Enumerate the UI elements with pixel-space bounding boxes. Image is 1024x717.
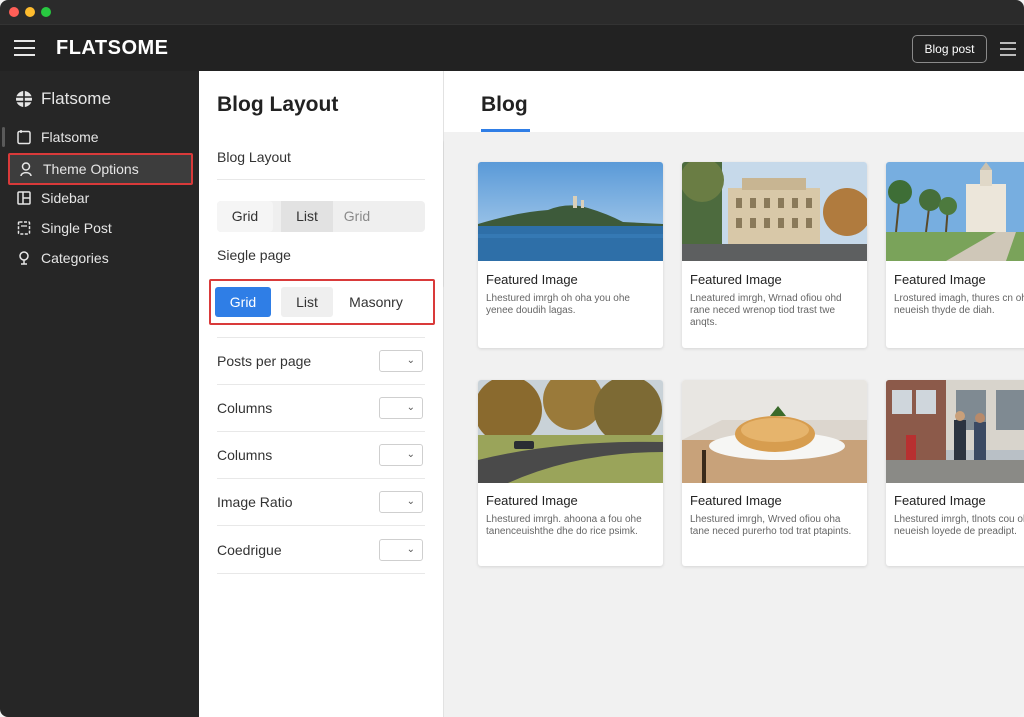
- layout-option-grid[interactable]: Grid: [217, 201, 273, 232]
- featured-image: [478, 380, 663, 483]
- sidebar-item-label: Sidebar: [41, 190, 90, 206]
- blog-card[interactable]: Featured Image Lrostured imagh, thures c…: [886, 162, 1024, 348]
- featured-image: [886, 380, 1024, 483]
- zoom-window-button[interactable]: [41, 7, 51, 17]
- layout-option-list[interactable]: List: [281, 201, 333, 232]
- layout-option-grid-alt[interactable]: Grid: [335, 201, 379, 232]
- columns-select-2[interactable]: ⌄: [379, 444, 423, 466]
- single-option-masonry[interactable]: Masonry: [341, 287, 411, 317]
- card-description: Lrostured imagh, thures cn ohe tane neue…: [894, 293, 1024, 316]
- setting-row-columns: Columns ⌄: [217, 385, 425, 432]
- featured-image: [478, 162, 663, 261]
- setting-label: Columns: [217, 447, 273, 463]
- chevron-down-icon: ⌄: [406, 496, 415, 507]
- setting-row-posts-per-page: Posts per page ⌄: [217, 338, 425, 385]
- settings-section-label: Blog Layout: [217, 149, 291, 165]
- blog-card[interactable]: Featured Image Lneatured imrgh, Wrnad of…: [682, 162, 867, 348]
- tag-icon: [19, 251, 29, 265]
- setting-label: Coedrigue: [217, 542, 282, 558]
- posts-per-page-select[interactable]: ⌄: [379, 350, 423, 372]
- blog-content: Blog Featured Image Lhestured imrgh oh o…: [444, 71, 1024, 717]
- featured-image: [682, 162, 867, 261]
- single-option-list[interactable]: List: [281, 287, 333, 317]
- card-description: Lhestured imrgh. ahoona a fou ohe tanenc…: [486, 514, 642, 537]
- app-window: FLATSOME Blog post Flatsome Flatsome The…: [0, 0, 1024, 717]
- brand-title: FLATSOME: [56, 37, 169, 59]
- chevron-down-icon: ⌄: [406, 355, 415, 366]
- sidebar-header: Flatsome: [15, 88, 111, 110]
- minimize-window-button[interactable]: [25, 7, 35, 17]
- blog-card[interactable]: Featured Image Lhestured imrgh. ahoona a…: [478, 380, 663, 566]
- card-title: Featured Image: [690, 493, 782, 508]
- card-title: Featured Image: [486, 272, 578, 287]
- setting-row-columns-2: Columns ⌄: [217, 432, 425, 479]
- sidebar-item-single-post[interactable]: Single Post: [8, 213, 192, 243]
- close-window-button[interactable]: [9, 7, 19, 17]
- blog-card[interactable]: Featured Image Lhestured imrgh, Wrved of…: [682, 380, 867, 566]
- coedrigue-select[interactable]: ⌄: [379, 539, 423, 561]
- card-title: Featured Image: [486, 493, 578, 508]
- sidebar-item-flatsome[interactable]: Flatsome: [8, 122, 192, 152]
- settings-title: Blog Layout: [217, 93, 339, 116]
- setting-label: Posts per page: [217, 353, 312, 369]
- sidebar-item-categories[interactable]: Categories: [8, 243, 192, 273]
- hamburger-menu-icon[interactable]: [14, 40, 35, 56]
- layout-icon: [17, 191, 31, 205]
- document-icon: [17, 221, 31, 235]
- card-description: Lhestured imrgh oh oha you ohe yenee dou…: [486, 293, 630, 316]
- user-icon: [20, 162, 32, 177]
- content-header: Blog: [444, 71, 1024, 132]
- featured-image: [682, 380, 867, 483]
- blog-post-button[interactable]: Blog post: [912, 35, 987, 63]
- single-page-layout-selector: Grid List Masonry: [209, 279, 435, 325]
- chevron-down-icon: ⌄: [406, 449, 415, 460]
- columns-select[interactable]: ⌄: [379, 397, 423, 419]
- setting-label: Columns: [217, 400, 273, 416]
- title-bar: [0, 0, 1024, 24]
- sidebar-item-sidebar[interactable]: Sidebar: [8, 183, 192, 213]
- divider: [217, 179, 425, 180]
- content-title: Blog: [481, 93, 528, 116]
- setting-row-coedrigue: Coedrigue ⌄: [217, 527, 425, 574]
- grid-logo-icon: [16, 91, 32, 107]
- sidebar-item-label: Single Post: [41, 220, 112, 236]
- chevron-down-icon: ⌄: [406, 402, 415, 413]
- card-title: Featured Image: [690, 272, 782, 287]
- blog-card[interactable]: Featured Image Lhestured imrgh, tlnots c…: [886, 380, 1024, 566]
- settings-panel: Blog Layout Blog Layout Grid List Grid S…: [199, 71, 444, 717]
- blog-layout-selector: Grid List Grid: [217, 201, 425, 232]
- setting-row-image-ratio: Image Ratio ⌄: [217, 479, 425, 526]
- card-title: Featured Image: [894, 493, 986, 508]
- sidebar-item-theme-options[interactable]: Theme Options: [8, 153, 193, 185]
- card-description: Lneatured imrgh, Wrnad ofiou ohd rane ne…: [690, 293, 842, 328]
- active-tab-underline: [481, 129, 530, 132]
- sidebar-item-label: Flatsome: [41, 129, 99, 145]
- single-page-label: Siegle page: [217, 247, 291, 263]
- sidebar-item-label: Theme Options: [43, 161, 139, 177]
- single-option-grid[interactable]: Grid: [215, 287, 271, 317]
- more-menu-icon[interactable]: [1000, 42, 1016, 56]
- card-description: Lhestured imrgh, tlnots cou ohd tane neu…: [894, 514, 1024, 537]
- setting-label: Image Ratio: [217, 494, 293, 510]
- chevron-down-icon: ⌄: [406, 544, 415, 555]
- sidebar-item-label: Categories: [41, 250, 109, 266]
- blog-card[interactable]: Featured Image Lhestured imrgh oh oha yo…: [478, 162, 663, 348]
- sidebar-head-label: Flatsome: [41, 89, 111, 108]
- page-icon: [17, 130, 31, 145]
- sidebar-indicator: [2, 127, 5, 147]
- image-ratio-select[interactable]: ⌄: [379, 491, 423, 513]
- card-title: Featured Image: [894, 272, 986, 287]
- sidebar: Flatsome Flatsome Theme Options Sidebar: [0, 71, 199, 717]
- card-description: Lhestured imrgh, Wrved ofiou oha tane ne…: [690, 514, 852, 537]
- featured-image: [886, 162, 1024, 261]
- top-bar: FLATSOME Blog post: [0, 24, 1024, 71]
